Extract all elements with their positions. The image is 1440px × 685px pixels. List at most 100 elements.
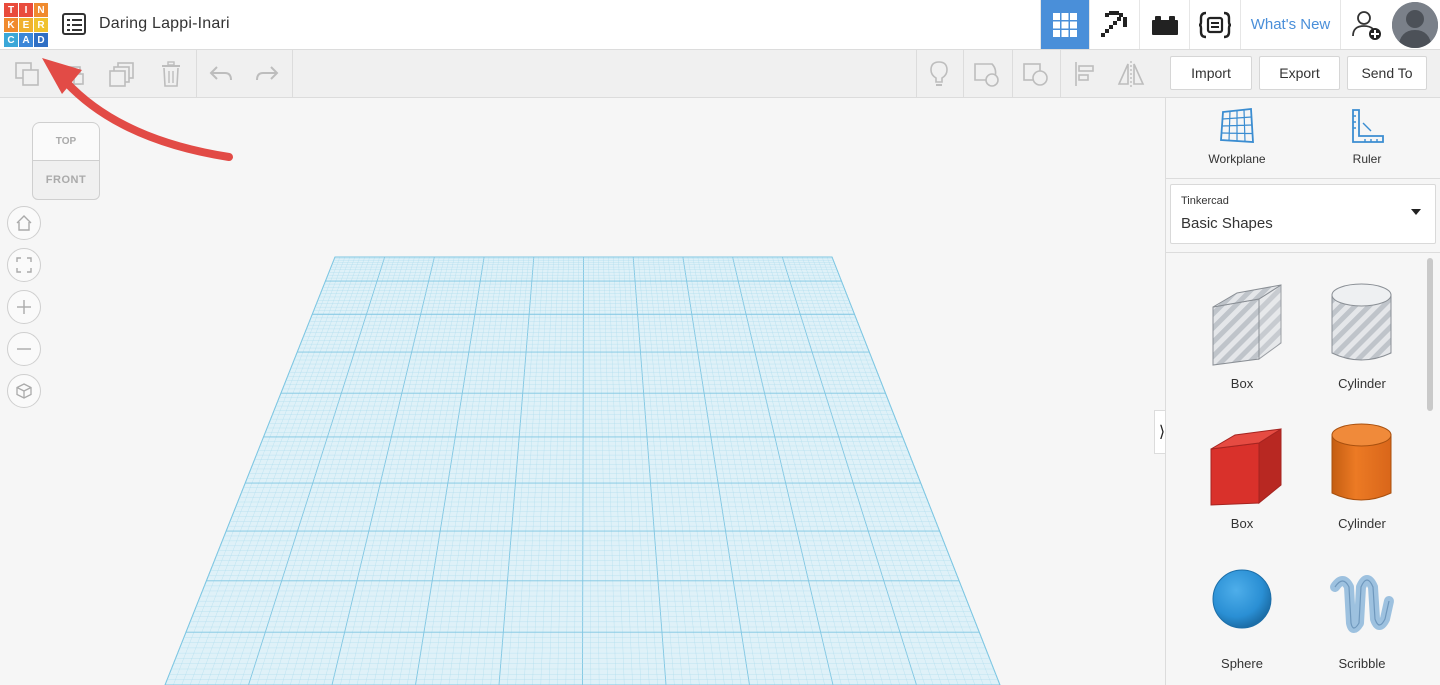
user-avatar[interactable] bbox=[1392, 2, 1438, 48]
lightbulb-icon bbox=[930, 60, 948, 86]
align-icon bbox=[1075, 61, 1094, 86]
library-name: Basic Shapes bbox=[1181, 215, 1273, 232]
shape-label: Cylinder bbox=[1338, 376, 1386, 391]
cylinder-icon bbox=[1331, 423, 1392, 501]
delete-button[interactable] bbox=[148, 50, 194, 97]
shape-box-hole[interactable]: Box bbox=[1182, 263, 1302, 393]
scribble-icon bbox=[1330, 575, 1394, 633]
shapes-panel: Workplane Ruler Tinkercad Basic Shapes B… bbox=[1165, 98, 1440, 685]
align-button[interactable] bbox=[1062, 50, 1108, 97]
perspective-button[interactable] bbox=[7, 374, 41, 408]
design-title[interactable]: Daring Lappi-Inari bbox=[99, 15, 230, 33]
sphere-icon bbox=[1212, 569, 1272, 629]
import-button[interactable]: Import bbox=[1170, 56, 1252, 90]
shape-box[interactable]: Box bbox=[1182, 403, 1302, 533]
box-icon bbox=[1210, 428, 1282, 506]
workplane-tool[interactable]: Workplane bbox=[1182, 106, 1292, 178]
view-cube[interactable]: TOP FRONT bbox=[32, 122, 100, 202]
group-icon bbox=[1023, 62, 1048, 86]
shape-scribble[interactable]: Scribble bbox=[1302, 543, 1422, 673]
delete-icon bbox=[162, 60, 180, 87]
mirror-icon bbox=[1117, 60, 1145, 87]
panel-scrollbar[interactable] bbox=[1427, 258, 1433, 411]
duplicate-icon bbox=[109, 61, 134, 87]
redo-icon bbox=[256, 65, 279, 80]
blocks-view-button[interactable] bbox=[1089, 0, 1139, 49]
shape-label: Scribble bbox=[1338, 656, 1386, 671]
send-to-button[interactable]: Send To bbox=[1347, 56, 1427, 90]
shape-library-select[interactable]: Tinkercad Basic Shapes bbox=[1170, 184, 1436, 244]
zoom-in-icon bbox=[17, 300, 31, 314]
pickaxe-icon bbox=[1100, 10, 1127, 37]
logo-letter: R bbox=[34, 18, 48, 32]
shape-cylinder-hole[interactable]: Cylinder bbox=[1302, 263, 1422, 393]
paste-icon bbox=[63, 65, 84, 85]
logo-letter: T bbox=[4, 3, 18, 17]
toolbar-divider bbox=[292, 50, 293, 97]
logo-letter: D bbox=[34, 33, 48, 47]
tinkercad-editor: TIN KER CAD Daring Lappi-Inari What's New … bbox=[0, 0, 1440, 685]
shape-label: Box bbox=[1230, 516, 1254, 531]
group-button[interactable] bbox=[1013, 50, 1059, 97]
home-view-button[interactable] bbox=[7, 206, 41, 240]
shape-label: Cylinder bbox=[1338, 516, 1386, 531]
panel-divider bbox=[1166, 252, 1440, 253]
undo-icon bbox=[209, 65, 232, 80]
zoom-in-button[interactable] bbox=[7, 290, 41, 324]
ruler-icon bbox=[1352, 109, 1384, 143]
library-source: Tinkercad bbox=[1181, 195, 1229, 207]
add-user-button[interactable] bbox=[1340, 0, 1392, 49]
bricks-view-button[interactable] bbox=[1139, 0, 1189, 49]
box-hole-icon bbox=[1212, 284, 1282, 366]
logo-letter: E bbox=[19, 18, 33, 32]
logo-letter: K bbox=[4, 18, 18, 32]
grid-view-button[interactable] bbox=[1040, 0, 1089, 49]
codeblocks-icon bbox=[1198, 11, 1232, 38]
workplane-grid[interactable] bbox=[0, 98, 1160, 685]
view-cube-front[interactable]: FRONT bbox=[32, 160, 100, 200]
ruler-tool[interactable]: Ruler bbox=[1312, 106, 1422, 178]
toolbar-divider bbox=[1060, 50, 1061, 97]
whats-new-link[interactable]: What's New bbox=[1240, 0, 1340, 49]
fit-view-icon bbox=[16, 257, 32, 273]
panel-divider bbox=[1166, 178, 1440, 179]
paste-button[interactable] bbox=[50, 50, 96, 97]
cylinder-hole-icon bbox=[1331, 283, 1392, 361]
dropdown-caret-icon bbox=[1411, 209, 1421, 215]
zoom-out-button[interactable] bbox=[7, 332, 41, 366]
notes-button[interactable] bbox=[916, 50, 962, 97]
shape-label: Sphere bbox=[1221, 656, 1263, 671]
bricks-icon bbox=[1151, 15, 1178, 35]
logo-letter: A bbox=[19, 33, 33, 47]
grid-view-icon bbox=[1053, 12, 1077, 37]
shape-cylinder[interactable]: Cylinder bbox=[1302, 403, 1422, 533]
hole-button[interactable] bbox=[964, 50, 1010, 97]
top-bar: TIN KER CAD Daring Lappi-Inari What's New bbox=[0, 0, 1440, 50]
edit-toolbar: Import Export Send To bbox=[0, 50, 1440, 98]
tinkercad-logo[interactable]: TIN KER CAD bbox=[4, 3, 48, 47]
copy-icon bbox=[15, 61, 39, 86]
workplane-label: Workplane bbox=[1208, 152, 1266, 166]
zoom-out-icon bbox=[17, 348, 31, 350]
shape-label: Box bbox=[1230, 376, 1254, 391]
export-button[interactable]: Export bbox=[1259, 56, 1340, 90]
shape-sphere[interactable]: Sphere bbox=[1182, 543, 1302, 673]
undo-button[interactable] bbox=[198, 50, 244, 97]
logo-letter: N bbox=[34, 3, 48, 17]
perspective-icon bbox=[16, 383, 32, 399]
avatar-silhouette-icon bbox=[1392, 2, 1438, 48]
logo-letter: I bbox=[19, 3, 33, 17]
shape-hole-icon bbox=[974, 62, 999, 87]
fit-view-button[interactable] bbox=[7, 248, 41, 282]
logo-letter: C bbox=[4, 33, 18, 47]
add-user-icon bbox=[1351, 10, 1381, 40]
redo-button[interactable] bbox=[244, 50, 290, 97]
home-view-icon bbox=[16, 215, 32, 231]
view-cube-top[interactable]: TOP bbox=[32, 122, 100, 160]
workplane-icon bbox=[1220, 108, 1254, 143]
codeblocks-button[interactable] bbox=[1189, 0, 1240, 49]
design-list-icon[interactable] bbox=[62, 13, 86, 35]
duplicate-button[interactable] bbox=[99, 50, 145, 97]
copy-button[interactable] bbox=[4, 50, 50, 97]
mirror-button[interactable] bbox=[1108, 50, 1154, 97]
